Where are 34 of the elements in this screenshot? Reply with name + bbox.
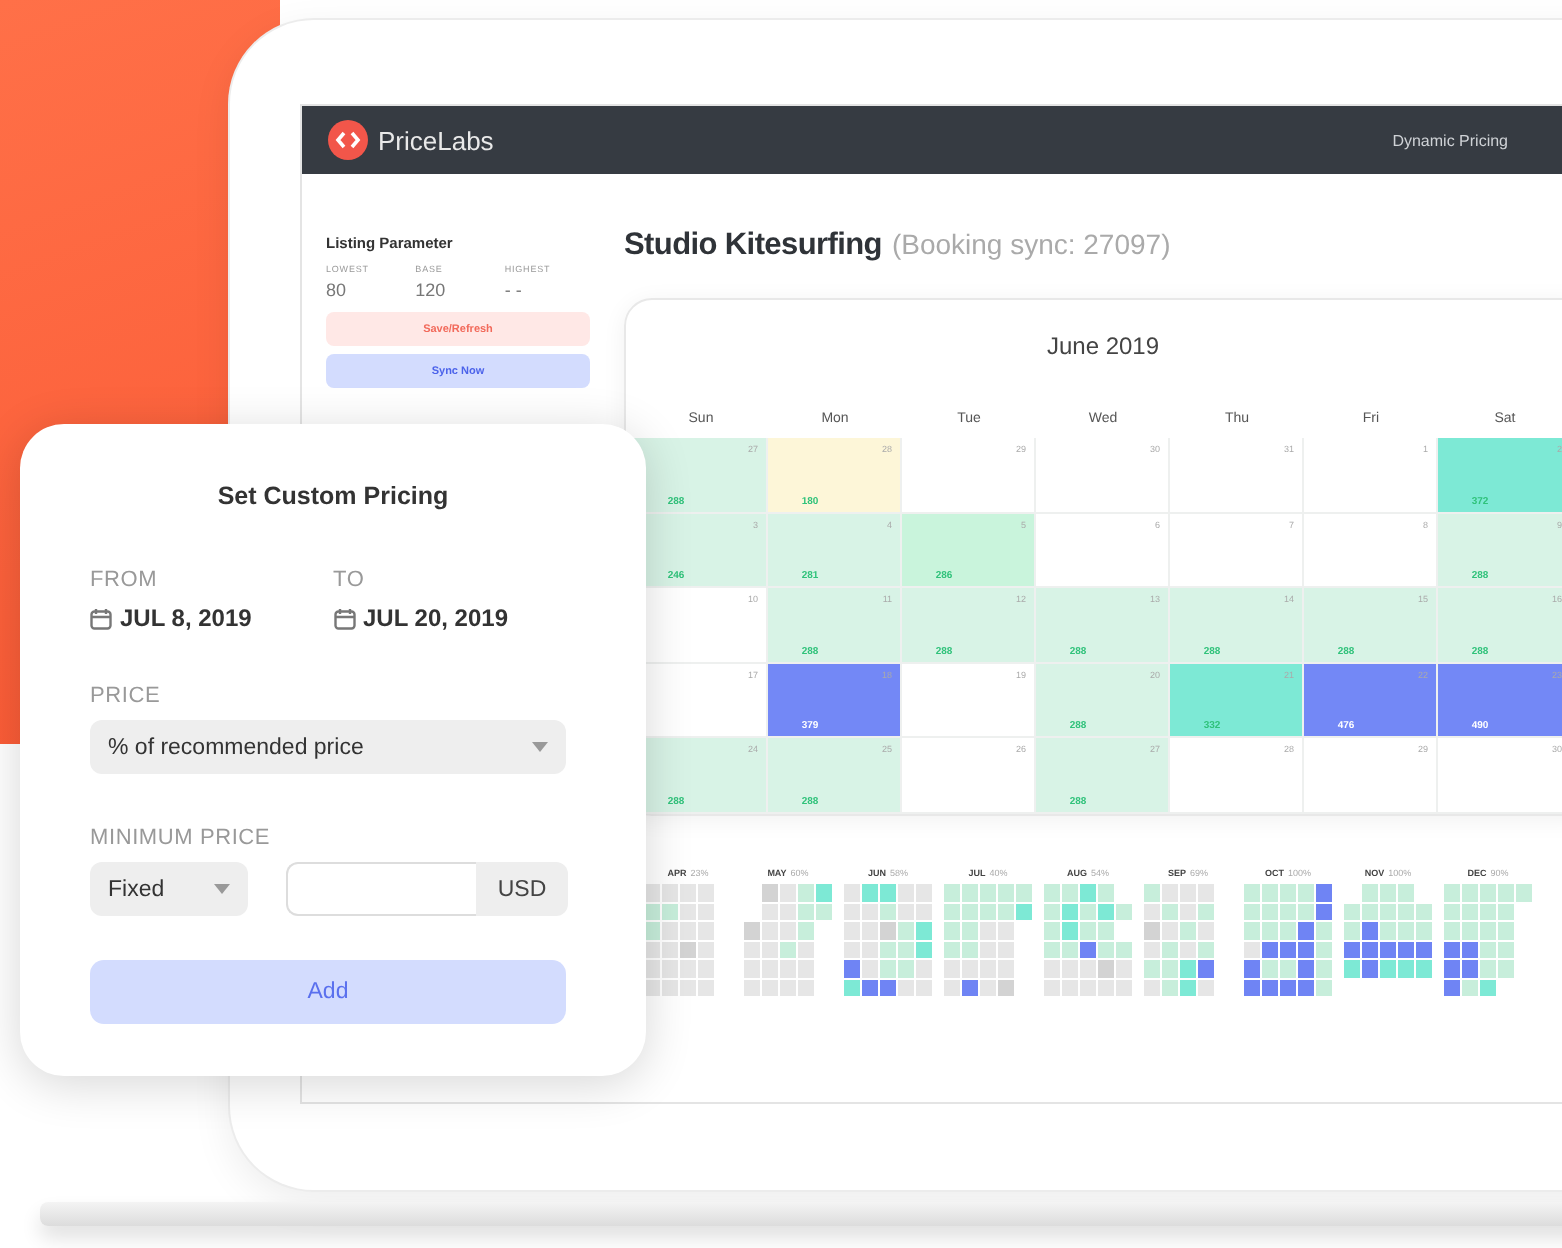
logo-text: PriceLabs bbox=[378, 125, 494, 155]
price-dropdown[interactable]: % of recommended price bbox=[90, 720, 566, 774]
month-heatmap bbox=[1144, 884, 1214, 996]
sync-label: (Booking sync: 27097) bbox=[891, 228, 1171, 260]
amount-field[interactable] bbox=[286, 862, 476, 916]
caret-icon bbox=[214, 884, 230, 894]
date-value[interactable]: JUL 8, 2019 bbox=[120, 604, 252, 632]
month-heatmap bbox=[1044, 884, 1132, 996]
dialog-title: Set Custom Pricing bbox=[215, 482, 451, 510]
logo-icon bbox=[328, 120, 368, 160]
nav-link[interactable]: Dynamic Pricing bbox=[1392, 131, 1508, 149]
mode-dropdown[interactable]: Fixed bbox=[90, 862, 248, 916]
month-heatmap bbox=[744, 884, 832, 996]
field-label: TO bbox=[333, 568, 367, 592]
date-value[interactable]: JUL 20, 2019 bbox=[363, 604, 508, 632]
field-label: FROM bbox=[90, 568, 160, 592]
param-value: 120 bbox=[415, 280, 448, 300]
param-value: - - bbox=[504, 280, 524, 300]
caret-icon bbox=[532, 742, 548, 752]
month-heatmap bbox=[1344, 884, 1432, 977]
month-heatmap bbox=[844, 884, 932, 996]
listing-title: Studio Kitesurfing bbox=[624, 228, 882, 264]
month-heatmap bbox=[1244, 884, 1332, 996]
month-heatmap bbox=[944, 884, 1032, 996]
month-title: June 2019 bbox=[1044, 332, 1162, 360]
field-label: MINIMUM PRICE bbox=[90, 826, 273, 850]
calendar-icon bbox=[333, 607, 355, 629]
param-value: 80 bbox=[326, 280, 349, 300]
currency-label: USD bbox=[476, 862, 568, 916]
month-heatmap bbox=[644, 884, 714, 996]
calendar-icon bbox=[90, 607, 112, 629]
field-label: PRICE bbox=[90, 684, 163, 708]
add-button[interactable]: Add bbox=[90, 960, 566, 1024]
month-heatmap bbox=[1444, 884, 1532, 996]
